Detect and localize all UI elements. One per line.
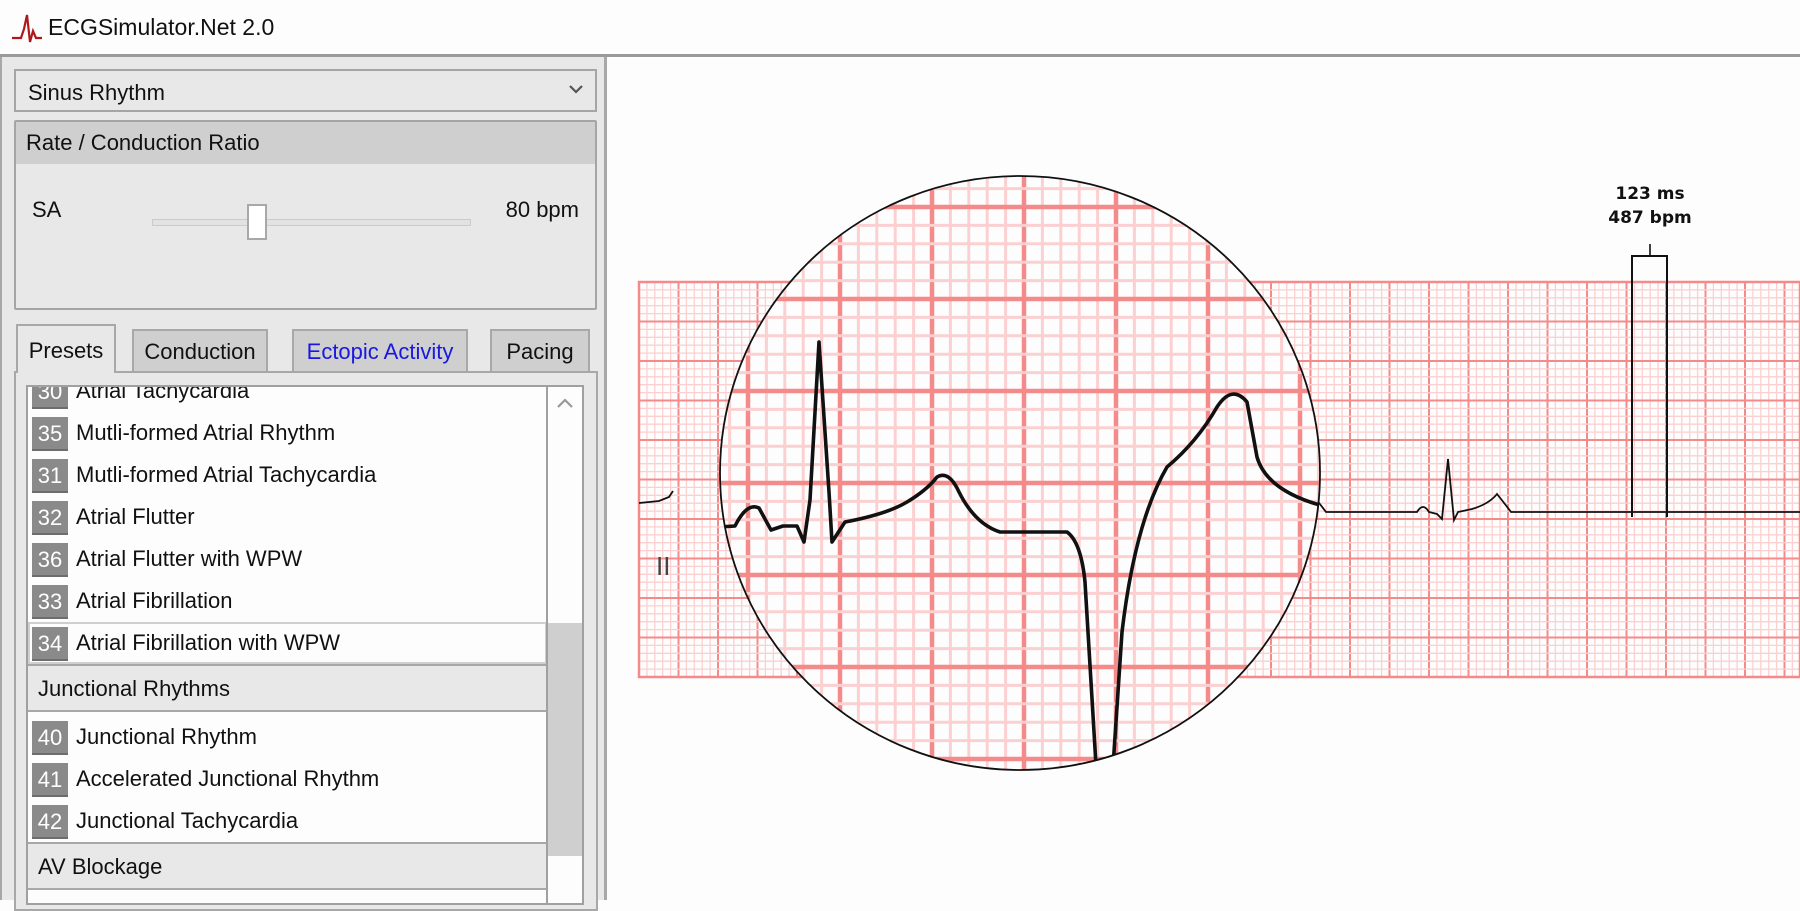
chevron-down-icon: [569, 85, 583, 94]
caliper-rate: 487 bpm: [1608, 208, 1691, 228]
ecg-canvas[interactable]: II 123 ms 487 bpm: [607, 57, 1800, 900]
scrollbar-thumb[interactable]: [548, 623, 582, 856]
presets-panel: 30 Atrial Tachycardia 35 Mutli-formed Atria…: [14, 371, 598, 911]
title-bar: ECGSimulator.Net 2.0: [0, 0, 1800, 57]
preset-item[interactable]: 31 Mutli-formed Atrial Tachycardia: [28, 454, 547, 496]
preset-list: 30 Atrial Tachycardia 35 Mutli-formed Atria…: [26, 385, 584, 905]
preset-list-scrollbar[interactable]: [546, 387, 582, 903]
app-title: ECGSimulator.Net 2.0: [48, 14, 275, 40]
preset-number-badge: 42: [32, 805, 68, 839]
preset-number-badge: 40: [32, 721, 68, 755]
tab-conduction[interactable]: Conduction: [132, 329, 268, 371]
chevron-up-icon[interactable]: [555, 395, 575, 411]
preset-number-badge: 34: [32, 627, 68, 661]
preset-number-badge: 36: [32, 543, 68, 577]
preset-label: Atrial Fibrillation: [76, 588, 233, 613]
preset-group-header[interactable]: AV Blockage: [28, 842, 547, 890]
tab-presets[interactable]: Presets: [16, 324, 116, 373]
sa-rate-slider[interactable]: [152, 219, 471, 226]
preset-label: Atrial Flutter: [76, 504, 195, 529]
preset-item[interactable]: 33 Atrial Fibrillation: [28, 580, 547, 622]
magnifier-lens[interactable]: [711, 170, 1327, 782]
preset-label: Mutli-formed Atrial Rhythm: [76, 420, 336, 445]
preset-label: Atrial Tachycardia: [76, 385, 250, 403]
sa-rate-value: 80 bpm: [505, 197, 579, 222]
lead-label: II: [656, 551, 670, 581]
rate-conduction-panel: Rate / Conduction Ratio SA 80 bpm: [14, 120, 597, 310]
preset-group-header[interactable]: Junctional Rhythms: [28, 664, 547, 712]
preset-label: Atrial Fibrillation with WPW: [76, 630, 341, 655]
preset-label: Accelerated Junctional Rhythm: [76, 766, 380, 791]
preset-item[interactable]: 30 Atrial Tachycardia: [28, 385, 547, 412]
tab-ectopic-activity[interactable]: Ectopic Activity: [292, 329, 468, 371]
preset-label: Mutli-formed Atrial Tachycardia: [76, 462, 377, 487]
rhythm-select-value: Sinus Rhythm: [28, 80, 165, 105]
control-sidebar: Sinus Rhythm Rate / Conduction Ratio SA …: [0, 57, 607, 911]
preset-number-badge: 30: [32, 387, 68, 409]
preset-number-badge: 41: [32, 763, 68, 797]
preset-item[interactable]: 36 Atrial Flutter with WPW: [28, 538, 547, 580]
preset-label: Atrial Flutter with WPW: [76, 546, 303, 571]
preset-number-badge: 32: [32, 501, 68, 535]
preset-number-badge: 33: [32, 585, 68, 619]
ecg-pulse-icon: [12, 14, 42, 43]
ecg-display[interactable]: II 123 ms 487 bpm: [607, 57, 1800, 900]
rate-panel-header: Rate / Conduction Ratio: [16, 122, 595, 164]
sa-label: SA: [32, 197, 62, 222]
sa-rate-slider-thumb[interactable]: [247, 204, 268, 240]
preset-item[interactable]: 35 Mutli-formed Atrial Rhythm: [28, 412, 547, 454]
tab-pacing[interactable]: Pacing: [490, 329, 590, 371]
preset-label: Junctional Tachycardia: [76, 808, 299, 833]
preset-list-content: 30 Atrial Tachycardia 35 Mutli-formed Atria…: [28, 385, 547, 894]
preset-number-badge: 31: [32, 459, 68, 493]
preset-label: Junctional Rhythm: [76, 724, 257, 749]
caliper-interval: 123 ms: [1615, 184, 1684, 204]
preset-item[interactable]: 40 Junctional Rhythm: [28, 716, 547, 758]
rhythm-select[interactable]: Sinus Rhythm: [14, 69, 597, 112]
tab-bar: Presets Conduction Ectopic Activity Paci…: [16, 324, 606, 373]
preset-item[interactable]: 32 Atrial Flutter: [28, 496, 547, 538]
preset-item[interactable]: 41 Accelerated Junctional Rhythm: [28, 758, 547, 800]
preset-item[interactable]: 42 Junctional Tachycardia: [28, 800, 547, 842]
preset-number-badge: 35: [32, 417, 68, 451]
preset-item[interactable]: 34 Atrial Fibrillation with WPW: [28, 622, 547, 664]
